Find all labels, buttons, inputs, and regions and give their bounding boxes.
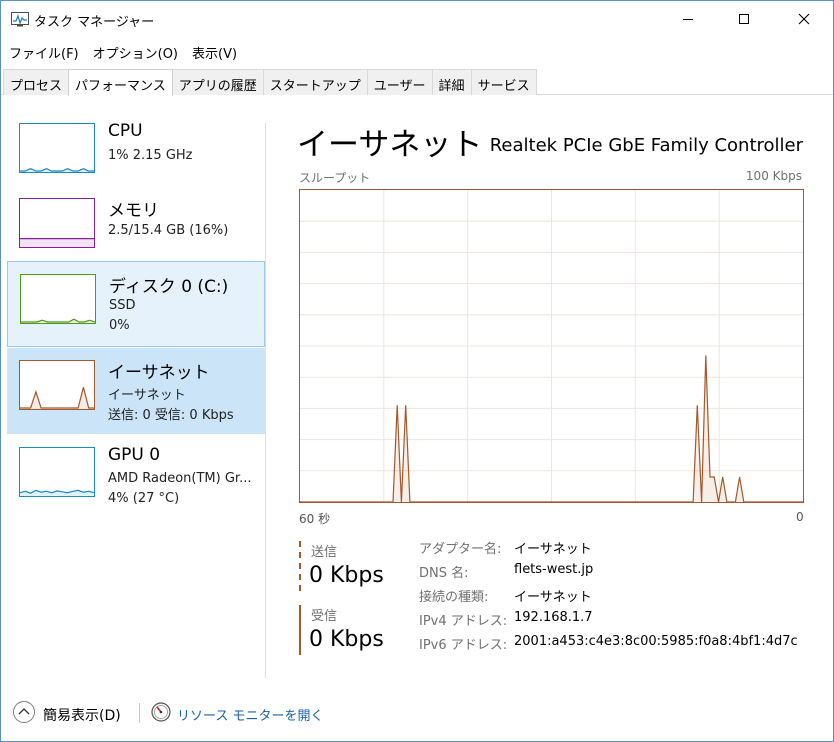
property-value: イーサネット bbox=[514, 590, 592, 605]
menu-file[interactable]: ファイル(F) bbox=[1, 41, 85, 63]
menu-view[interactable]: 表示(V) bbox=[184, 41, 243, 63]
sidebar-item-usage: 0% bbox=[109, 318, 130, 333]
property-value: flets-west.jp bbox=[514, 562, 594, 577]
sidebar-item-cpu[interactable]: CPU 1% 2.15 GHz bbox=[7, 111, 265, 197]
maximize-icon bbox=[739, 14, 749, 24]
sidebar-item-memory[interactable]: メモリ 2.5/15.4 GB (16%) bbox=[7, 186, 265, 272]
fewer-details-button[interactable]: 簡易表示(D) bbox=[43, 705, 121, 725]
sparkline-area bbox=[20, 238, 94, 247]
send-value: 0 Kbps bbox=[309, 563, 384, 588]
panel-divider bbox=[265, 123, 266, 678]
sidebar-item-usage: 4% (27 °C) bbox=[108, 491, 180, 506]
tab-performance[interactable]: パフォーマンス bbox=[68, 69, 173, 96]
sidebar-item-ethernet[interactable]: イーサネット イーサネット 送信: 0 受信: 0 Kbps bbox=[7, 348, 265, 434]
page-title: イーサネット bbox=[297, 127, 483, 163]
sidebar-item-title: GPU 0 bbox=[108, 445, 161, 465]
close-button[interactable] bbox=[781, 1, 827, 37]
sidebar-item-title: ディスク 0 (C:) bbox=[109, 277, 229, 297]
receive-value: 0 Kbps bbox=[309, 627, 384, 652]
sidebar-item-detail: 1% 2.15 GHz bbox=[108, 148, 193, 163]
property-key: DNS 名: bbox=[419, 566, 469, 581]
receive-indicator bbox=[299, 605, 301, 655]
property-key: IPv6 アドレス: bbox=[419, 638, 508, 653]
property-value: イーサネット bbox=[514, 542, 592, 557]
x-axis-left-label: 60 秒 bbox=[299, 512, 331, 526]
receive-label: 受信 bbox=[311, 609, 338, 624]
adapter-name: Realtek PCIe GbE Family Controller bbox=[489, 135, 803, 156]
tab-processes[interactable]: プロセス bbox=[3, 69, 70, 95]
ethernet-sparkline bbox=[19, 360, 95, 410]
throughput-chart-svg bbox=[300, 190, 803, 503]
tab-startup[interactable]: スタートアップ bbox=[262, 69, 368, 95]
close-icon bbox=[798, 13, 810, 25]
tab-bar: プロセス パフォーマンス アプリの履歴 スタートアップ ユーザー 詳細 サービス bbox=[1, 69, 833, 96]
property-value: 192.168.1.7 bbox=[514, 610, 593, 625]
open-resource-monitor-link[interactable]: リソース モニターを開く bbox=[177, 705, 323, 724]
sidebar-item-detail: AMD Radeon(TM) Gr... bbox=[108, 471, 252, 486]
sidebar-item-detail: 2.5/15.4 GB (16%) bbox=[108, 223, 229, 238]
sidebar-item-title: CPU bbox=[108, 121, 143, 141]
sparkline-line bbox=[21, 318, 95, 323]
disk-sparkline bbox=[20, 274, 96, 324]
x-axis-right-label: 0 bbox=[796, 510, 804, 524]
gpu-sparkline bbox=[19, 447, 95, 497]
minimize-button[interactable] bbox=[665, 1, 711, 37]
resource-monitor-icon bbox=[151, 702, 171, 722]
property-key: アダプター名: bbox=[419, 542, 502, 557]
chevron-up-icon[interactable] bbox=[12, 700, 36, 724]
property-key: IPv4 アドレス: bbox=[419, 614, 508, 629]
max-throughput-label: 100 Kbps bbox=[745, 169, 802, 183]
task-manager-window: タスク マネージャー ファイル(F) オプション(O) 表示(V) プロセス パ… bbox=[0, 0, 834, 742]
throughput-chart bbox=[299, 189, 804, 503]
send-label: 送信 bbox=[311, 545, 338, 560]
sidebar-item-title: メモリ bbox=[108, 201, 159, 221]
receive-stat: 受信 0 Kbps bbox=[299, 605, 409, 657]
tab-app-history[interactable]: アプリの履歴 bbox=[171, 69, 264, 95]
cpu-sparkline bbox=[19, 123, 95, 173]
sidebar-item-detail: SSD bbox=[109, 298, 136, 313]
tab-users[interactable]: ユーザー bbox=[366, 69, 433, 95]
footer-divider bbox=[139, 703, 140, 723]
minimize-icon bbox=[683, 19, 693, 20]
menu-bar: ファイル(F) オプション(O) 表示(V) bbox=[1, 41, 243, 63]
property-key: 接続の種類: bbox=[419, 590, 489, 605]
tab-details[interactable]: 詳細 bbox=[431, 69, 472, 95]
window-title: タスク マネージャー bbox=[34, 15, 155, 30]
title-bar: タスク マネージャー bbox=[1, 1, 833, 39]
task-manager-icon bbox=[11, 12, 29, 27]
sidebar-item-detail: イーサネット bbox=[108, 388, 186, 403]
menu-options[interactable]: オプション(O) bbox=[85, 41, 184, 63]
property-value: 2001:a453:c4e3:8c00:5985:f0a8:4bf1:4d7c bbox=[514, 634, 798, 649]
maximize-button[interactable] bbox=[721, 1, 767, 37]
throughput-label: スループット bbox=[299, 171, 371, 185]
footer-bar: 簡易表示(D) リソース モニターを開く bbox=[1, 695, 833, 731]
tab-services[interactable]: サービス bbox=[470, 69, 537, 95]
sidebar-item-gpu[interactable]: GPU 0 AMD Radeon(TM) Gr... 4% (27 °C) bbox=[7, 435, 265, 521]
sidebar-item-disk[interactable]: ディスク 0 (C:) SSD 0% bbox=[7, 261, 265, 347]
sidebar-item-title: イーサネット bbox=[108, 363, 210, 383]
sidebar-item-rates: 送信: 0 受信: 0 Kbps bbox=[108, 408, 234, 423]
memory-sparkline bbox=[19, 198, 95, 248]
send-indicator bbox=[299, 541, 301, 591]
send-stat: 送信 0 Kbps bbox=[299, 541, 409, 593]
